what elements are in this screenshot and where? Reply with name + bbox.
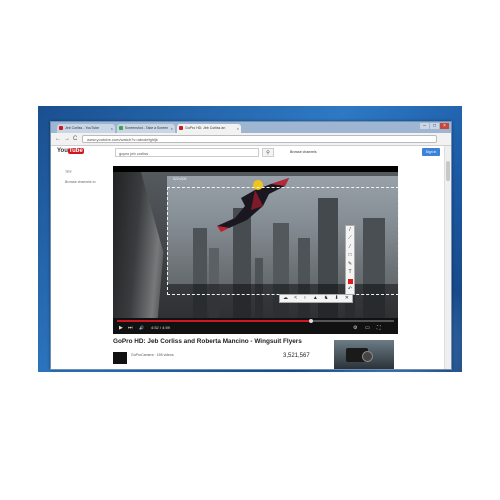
share-icon[interactable]: <	[294, 296, 297, 301]
video-title: GoPro HD: Jeb Corliss and Roberta Mancin…	[113, 338, 302, 345]
rectangle-tool-icon[interactable]: □	[348, 253, 351, 258]
page-scrollbar[interactable]	[444, 146, 451, 369]
browse-channels-link[interactable]: Browse channels	[290, 150, 317, 154]
progress-knob[interactable]	[308, 319, 313, 323]
sign-in-button[interactable]: Sign in	[422, 148, 440, 156]
tab-1[interactable]: Jeb Corliss - YouTube ×	[57, 124, 115, 133]
channel-avatar[interactable]	[113, 352, 127, 364]
selection-dim	[167, 172, 398, 176]
related-video-thumbnail[interactable]	[334, 340, 394, 369]
reload-button[interactable]: C	[73, 135, 77, 143]
sidebar-item[interactable]: TRY	[65, 170, 72, 174]
text-tool-icon[interactable]: T	[348, 270, 351, 275]
tab-3[interactable]: GoPro HD: Jeb Corliss an ×	[177, 124, 241, 133]
theater-icon[interactable]: ▭	[365, 325, 370, 331]
progress-fill	[117, 320, 311, 322]
upload-icon[interactable]: ☁	[283, 296, 288, 301]
undo-icon[interactable]: ↶	[348, 287, 352, 292]
progress-bar[interactable]	[117, 319, 394, 323]
camera-icon	[346, 348, 373, 362]
next-icon[interactable]: ⏭	[128, 325, 133, 331]
volume-icon[interactable]: 🔊	[139, 325, 144, 331]
capture-action-toolbar: ☁ < ♀ ▲ ♞ ⬇ ✕	[279, 294, 353, 303]
back-button[interactable]: ←	[55, 135, 61, 143]
close-icon[interactable]: ✕	[345, 296, 349, 301]
extension-favicon-icon	[119, 126, 123, 130]
address-bar-row: ← → C www.youtube.com/watch?v=abcdefghij…	[51, 133, 451, 146]
lens-icon	[362, 351, 373, 362]
settings-icon[interactable]: ⚙	[353, 325, 357, 331]
logo-text: You	[57, 148, 68, 154]
print-icon[interactable]: ▲	[313, 296, 318, 301]
url-input[interactable]: www.youtube.com/watch?v=abcdefghijk	[82, 135, 437, 143]
maximize-button[interactable]: □	[430, 123, 439, 129]
logo-tube-text: Tube	[67, 148, 84, 154]
search-similar-icon[interactable]: ♀	[303, 296, 307, 301]
close-window-button[interactable]: ×	[440, 123, 449, 129]
minimize-button[interactable]: –	[420, 123, 429, 129]
line-tool-icon[interactable]: ⟋	[348, 236, 352, 241]
sidebar-item[interactable]: Browse channels to	[65, 180, 96, 184]
youtube-logo[interactable]: YouTube	[57, 148, 84, 154]
search-input[interactable]: gopro jeb corliss	[115, 148, 259, 157]
selection-dim	[113, 172, 167, 318]
scrollbar-thumb[interactable]	[446, 161, 450, 181]
player-controls: ▶ ⏭ 🔊 4:52 / 4:59 ⚙ ▭ ⛶	[113, 318, 398, 334]
channel-name[interactable]: GoProCamera · 155 videos	[131, 353, 174, 357]
tab-bar: Jeb Corliss - YouTube × Screenshot - Tak…	[51, 122, 451, 133]
close-tab-icon[interactable]: ×	[111, 124, 113, 133]
window-controls: – □ ×	[420, 123, 449, 129]
tab-label: Screenshot - Take a Screen	[125, 126, 169, 130]
youtube-favicon-icon	[179, 126, 183, 130]
search-icon: ⚲	[266, 150, 270, 156]
view-count: 3,521,567	[283, 353, 310, 359]
capture-selection[interactable]	[167, 187, 399, 295]
browser-window: Jeb Corliss - YouTube × Screenshot - Tak…	[50, 121, 452, 370]
highlighter-tool-icon[interactable]: ✎	[348, 261, 352, 267]
copy-icon[interactable]: ♞	[324, 296, 328, 301]
play-icon[interactable]: ▶	[119, 325, 123, 331]
time-display: 4:52 / 4:59	[151, 325, 170, 330]
tab-2[interactable]: Screenshot - Take a Screen ×	[117, 124, 175, 133]
pen-tool-icon[interactable]: /	[349, 227, 350, 233]
annotation-toolbar: / ⟋ ⁄ □ ✎ T ↶	[345, 225, 355, 295]
capture-size-label: 522x306	[173, 177, 187, 181]
save-icon[interactable]: ⬇	[334, 296, 338, 301]
youtube-favicon-icon	[59, 126, 63, 130]
close-tab-icon[interactable]: ×	[237, 124, 239, 133]
forward-button[interactable]: →	[64, 135, 70, 143]
close-tab-icon[interactable]: ×	[171, 124, 173, 133]
search-button[interactable]: ⚲	[262, 148, 274, 157]
color-swatch[interactable]	[347, 278, 353, 284]
arrow-tool-icon[interactable]: ⁄	[350, 244, 351, 250]
fullscreen-icon[interactable]: ⛶	[377, 325, 381, 331]
tab-label: Jeb Corliss - YouTube	[65, 126, 100, 130]
tab-label: GoPro HD: Jeb Corliss an	[185, 126, 226, 130]
